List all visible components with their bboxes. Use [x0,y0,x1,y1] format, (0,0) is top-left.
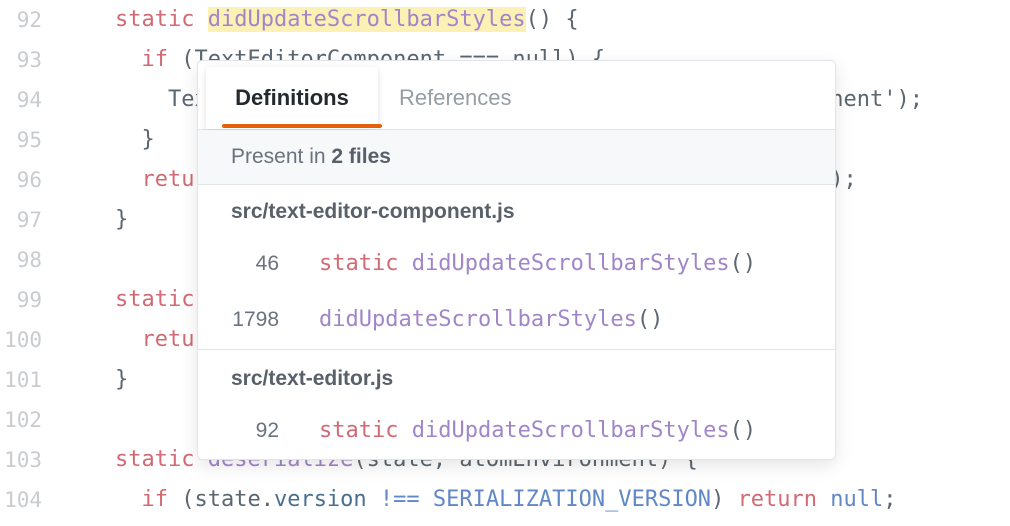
definition-result[interactable]: 46 static didUpdateScrollbarStyles() [198,237,835,291]
line-number: 100 [4,328,42,352]
code-token: version [273,487,367,512]
line-number: 103 [4,448,42,472]
result-code: static didUpdateScrollbarStyles() [319,237,756,291]
line-number: 101 [4,368,42,392]
line-number: 96 [16,168,42,192]
code-token: didUpdateScrollbarStyles [411,251,730,276]
line-source: } [115,360,128,400]
code-token: (state. [181,487,274,512]
code-token: null [830,487,884,512]
code-token: static [115,447,208,472]
line-number: 98 [16,248,42,272]
code-token: !== [366,487,433,512]
code-token: static [319,251,412,276]
active-tab-indicator [222,124,382,128]
result-line-number: 92 [255,419,279,442]
line-number: 95 [16,128,42,152]
line-number: 93 [16,48,42,72]
tab-definitions[interactable]: Definitions [206,67,382,129]
definition-result[interactable]: 92 static didUpdateScrollbarStyles() [198,404,835,458]
tab-references-label: References [399,85,512,110]
summary-count: 2 files [331,145,391,168]
file-path-header[interactable]: src/text-editor.js [231,354,393,404]
code-token: static [115,287,208,312]
line-number: 102 [4,408,42,432]
code-token: if [115,47,182,72]
code-token: didUpdateScrollbarStyles [319,307,637,332]
file-path-header[interactable]: src/text-editor-component.js [231,187,515,237]
line-number: 104 [4,488,42,512]
line-number: 94 [16,88,42,112]
code-token: () { [525,7,579,32]
code-token: if [115,487,182,512]
code-token: return [737,487,831,512]
definition-result[interactable]: 1798 didUpdateScrollbarStyles() [198,293,835,347]
tab-definitions-label: Definitions [235,85,349,110]
code-token: didUpdateScrollbarStyles [207,7,526,32]
code-token: () [729,418,757,443]
code-token: () [729,251,757,276]
line-number: 92 [16,8,42,32]
result-line-number: 46 [255,252,279,275]
result-code: static didUpdateScrollbarStyles() [319,404,756,458]
code-token: } [115,207,129,232]
line-source: } [115,120,155,160]
code-token: didUpdateScrollbarStyles [411,418,730,443]
code-token: ; [883,487,897,512]
line-number: 99 [16,288,42,312]
tab-references[interactable]: References [399,67,512,129]
file-separator [198,349,835,350]
code-token: static [319,418,412,443]
summary-prefix: Present in [231,145,332,168]
symbol-popover: Definitions References Present in 2 file… [197,60,836,460]
code-line: 104 if (state.version !== SERIALIZATION_… [0,480,1010,520]
line-number: 97 [16,208,42,232]
result-code: didUpdateScrollbarStyles() [319,293,663,347]
code-line: 92 static didUpdateScrollbarStyles() { [0,0,1010,40]
line-source: static didUpdateScrollbarStyles() { [115,0,579,40]
result-line-number: 1798 [232,308,279,331]
code-token: static [115,7,208,32]
code-token: } [115,127,155,152]
code-token: SERIALIZATION_VERSION [432,487,712,512]
popover-tabs: Definitions References [198,61,835,130]
code-token: () [636,307,664,332]
code-token: } [115,367,129,392]
line-source: if (state.version !== SERIALIZATION_VERS… [115,480,897,520]
code-token: ) [711,487,738,512]
results-summary: Present in 2 files [198,130,835,185]
line-source: } [115,200,128,240]
